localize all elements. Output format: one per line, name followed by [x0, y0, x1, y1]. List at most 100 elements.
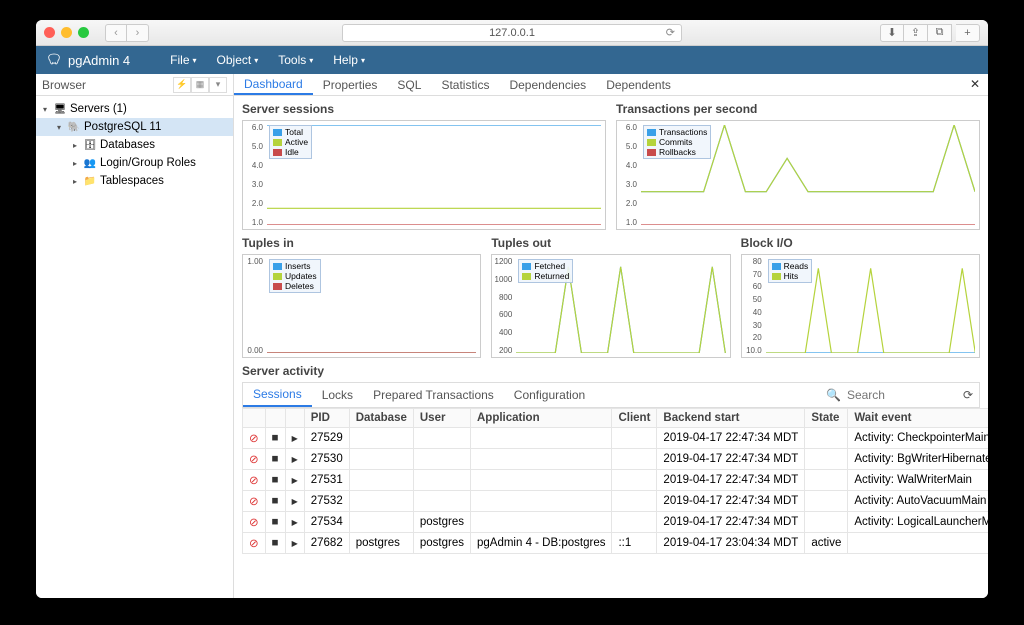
tree-label: Servers (1) — [70, 103, 127, 115]
expand-icon[interactable]: ▶ — [292, 434, 298, 443]
chart-tuples-in: Tuples in 1.000.00InsertsUpdatesDeletes — [242, 236, 481, 358]
menu-tools[interactable]: Tools▾ — [268, 53, 323, 67]
app-window: ‹ › 127.0.0.1 ⟳ ⬇ ⇪ ⧉ + pgAdmin 4 File▾ … — [36, 20, 988, 598]
main-tabs: Dashboard Properties SQL Statistics Depe… — [234, 74, 988, 96]
chart-legend: ReadsHits — [768, 259, 813, 283]
table-row: ⊘■▶275292019-04-17 22:47:34 MDTActivity:… — [243, 428, 989, 449]
zoom-window-button[interactable] — [78, 27, 89, 38]
tree-node[interactable]: ▸📁Tablespaces — [36, 172, 233, 190]
tab-close-icon[interactable]: ✕ — [970, 77, 980, 91]
col-header: Client — [612, 409, 657, 428]
tab-dependencies[interactable]: Dependencies — [499, 74, 596, 95]
tree-node[interactable]: ▸👥Login/Group Roles — [36, 154, 233, 172]
cancel-icon[interactable]: ⊘ — [249, 433, 259, 445]
server-activity-title: Server activity — [242, 364, 980, 378]
sidebar-btn-3[interactable]: ▾ — [209, 77, 227, 93]
chart-legend: InsertsUpdatesDeletes — [269, 259, 321, 293]
expand-icon[interactable]: ▶ — [292, 518, 298, 527]
pg-icon: 🐘 — [67, 122, 81, 133]
close-window-button[interactable] — [44, 27, 55, 38]
stop-icon[interactable]: ■ — [272, 453, 279, 465]
menu-file[interactable]: File▾ — [160, 53, 206, 67]
tab-dependents[interactable]: Dependents — [596, 74, 681, 95]
expand-icon[interactable]: ▶ — [292, 497, 298, 506]
minimize-window-button[interactable] — [61, 27, 72, 38]
tree-label: Tablespaces — [100, 175, 164, 187]
activity-tab-sessions[interactable]: Sessions — [243, 383, 312, 407]
chart-title: Tuples in — [242, 236, 481, 250]
expand-icon[interactable]: ▶ — [292, 476, 298, 485]
chart-legend: FetchedReturned — [518, 259, 573, 283]
chart-legend: TotalActiveIdle — [269, 125, 312, 159]
stop-icon[interactable]: ■ — [272, 474, 279, 486]
cancel-icon[interactable]: ⊘ — [249, 454, 259, 466]
table-row: ⊘■▶275302019-04-17 22:47:34 MDTActivity:… — [243, 449, 989, 470]
tab-dashboard[interactable]: Dashboard — [234, 74, 313, 95]
search-icon: 🔍 — [826, 388, 841, 402]
nav-buttons: ‹ › — [105, 24, 149, 42]
col-header: Database — [349, 409, 413, 428]
tree-node[interactable]: ▸🗄Databases — [36, 136, 233, 154]
app-menubar: pgAdmin 4 File▾ Object▾ Tools▾ Help▾ — [36, 46, 988, 74]
app-name: pgAdmin 4 — [68, 53, 130, 68]
url-text: 127.0.0.1 — [489, 27, 535, 39]
main-panel: Dashboard Properties SQL Statistics Depe… — [234, 74, 988, 598]
chart-legend: TransactionsCommitsRollbacks — [643, 125, 711, 159]
sidebar-header: Browser ⚡ ▦ ▾ — [36, 74, 233, 96]
activity-tab-prepared[interactable]: Prepared Transactions — [363, 383, 504, 407]
activity-search-input[interactable] — [847, 388, 947, 402]
col-header: User — [413, 409, 470, 428]
expand-icon[interactable]: ▶ — [292, 455, 298, 464]
download-icon[interactable]: ⬇ — [880, 24, 904, 42]
tab-properties[interactable]: Properties — [313, 74, 388, 95]
tree-label: PostgreSQL 11 — [84, 121, 161, 133]
cancel-icon[interactable]: ⊘ — [249, 538, 259, 550]
menu-help[interactable]: Help▾ — [323, 53, 375, 67]
tab-sql[interactable]: SQL — [387, 74, 431, 95]
table-row: ⊘■▶27682postgrespostgrespgAdmin 4 - DB:p… — [243, 533, 989, 554]
sidebar-title: Browser — [42, 78, 86, 92]
servers-icon: 🖥 — [53, 104, 67, 115]
stop-icon[interactable]: ■ — [272, 516, 279, 528]
menu-object[interactable]: Object▾ — [207, 53, 269, 67]
table-row: ⊘■▶275312019-04-17 22:47:34 MDTActivity:… — [243, 470, 989, 491]
dashboard: Server sessions 6.05.04.03.02.01.0TotalA… — [234, 96, 988, 598]
tree-node[interactable]: ▾🐘PostgreSQL 11 — [36, 118, 233, 136]
stop-icon[interactable]: ■ — [272, 495, 279, 507]
activity-table: PIDDatabaseUserApplicationClientBackend … — [242, 408, 988, 554]
object-tree: ▾🖥Servers (1)▾🐘PostgreSQL 11▸🗄Databases▸… — [36, 96, 233, 194]
col-header: Application — [470, 409, 611, 428]
elephant-icon — [46, 52, 62, 68]
chart-block-io: Block I/O 8070605040302010.0ReadsHits — [741, 236, 980, 358]
expand-icon[interactable]: ▶ — [292, 539, 298, 548]
forward-button[interactable]: › — [127, 24, 149, 42]
chart-title: Block I/O — [741, 236, 980, 250]
share-icon[interactable]: ⇪ — [904, 24, 928, 42]
col-header: Wait event — [848, 409, 988, 428]
col-header — [285, 409, 304, 428]
stop-icon[interactable]: ■ — [272, 537, 279, 549]
address-bar[interactable]: 127.0.0.1 ⟳ — [342, 24, 682, 42]
sidebar-btn-2[interactable]: ▦ — [191, 77, 209, 93]
back-button[interactable]: ‹ — [105, 24, 127, 42]
stop-icon[interactable]: ■ — [272, 432, 279, 444]
sidebar-btn-1[interactable]: ⚡ — [173, 77, 191, 93]
chart-title: Server sessions — [242, 102, 606, 116]
col-header: State — [805, 409, 848, 428]
cancel-icon[interactable]: ⊘ — [249, 496, 259, 508]
activity-tab-locks[interactable]: Locks — [312, 383, 363, 407]
col-header: PID — [304, 409, 349, 428]
reload-icon[interactable]: ⟳ — [666, 26, 675, 39]
refresh-icon[interactable]: ⟳ — [963, 388, 973, 402]
col-header — [243, 409, 266, 428]
cancel-icon[interactable]: ⊘ — [249, 475, 259, 487]
tab-statistics[interactable]: Statistics — [431, 74, 499, 95]
cancel-icon[interactable]: ⊘ — [249, 517, 259, 529]
tree-node[interactable]: ▾🖥Servers (1) — [36, 100, 233, 118]
tabs-icon[interactable]: ⧉ — [928, 24, 952, 42]
activity-tab-config[interactable]: Configuration — [504, 383, 595, 407]
new-tab-button[interactable]: + — [956, 24, 980, 42]
browser-sidebar: Browser ⚡ ▦ ▾ ▾🖥Servers (1)▾🐘PostgreSQL … — [36, 74, 234, 598]
table-row: ⊘■▶27534postgres2019-04-17 22:47:34 MDTA… — [243, 512, 989, 533]
tree-label: Databases — [100, 139, 155, 151]
